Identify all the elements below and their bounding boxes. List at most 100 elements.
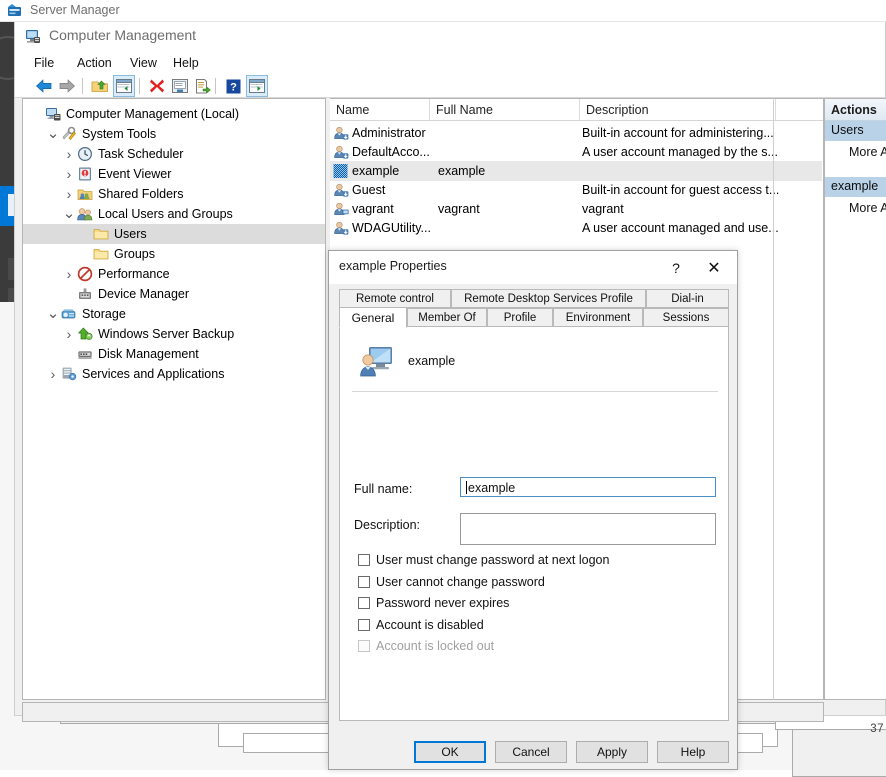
actions-pane-title: Actions (825, 99, 886, 121)
column-header-description[interactable]: Description (580, 99, 776, 120)
delete-icon[interactable] (146, 75, 168, 97)
apply-button[interactable]: Apply (576, 741, 648, 763)
cell-name: Administrator (352, 126, 426, 140)
tree-item-performance[interactable]: › Performance (23, 264, 325, 284)
checkbox-box[interactable] (358, 575, 370, 588)
ok-button[interactable]: OK (414, 741, 486, 763)
forward-icon[interactable] (56, 75, 78, 97)
show-action-pane-icon[interactable] (246, 75, 268, 97)
column-header-name[interactable]: Name (330, 99, 430, 120)
tab-dial-in[interactable]: Dial-in (646, 289, 729, 308)
help-button[interactable]: Help (657, 741, 729, 763)
storage-icon (61, 306, 79, 322)
export-list-icon[interactable] (192, 75, 214, 97)
tree-item-services-and-applications[interactable]: › Services and Applications (23, 364, 325, 384)
cell-name: Guest (352, 183, 386, 197)
device-manager-icon (77, 286, 95, 302)
tree-item-disk-management[interactable]: Disk Management (23, 344, 325, 364)
properties-icon[interactable] (169, 75, 191, 97)
table-row[interactable]: Guest Built-in account for guest access t… (330, 180, 822, 200)
menu-view[interactable]: View (123, 54, 164, 72)
help-question-icon[interactable]: ? (663, 256, 689, 280)
chevron-right-icon[interactable]: › (61, 186, 77, 202)
menu-help[interactable]: Help (166, 54, 206, 72)
chevron-down-icon[interactable]: ⌄ (61, 206, 77, 221)
event-viewer-icon (77, 166, 95, 182)
checkbox-user-must-change-password[interactable]: User must change password at next logon (358, 551, 609, 569)
close-icon[interactable]: ✕ (699, 256, 729, 280)
tab-sessions[interactable]: Sessions (643, 308, 729, 327)
chevron-right-icon[interactable]: › (61, 326, 77, 342)
chevron-right-icon[interactable]: › (45, 366, 61, 382)
column-header-full-name[interactable]: Full Name (430, 99, 580, 120)
tab-remote-desktop-services-profile[interactable]: Remote Desktop Services Profile (451, 289, 646, 308)
checkbox-account-is-locked-out: Account is locked out (358, 637, 494, 655)
cell-description: Built-in account for administering... (582, 126, 774, 140)
text-caret (466, 481, 467, 494)
table-row[interactable]: Administrator Built-in account for admini… (330, 123, 822, 143)
chevron-right-icon[interactable]: › (61, 266, 77, 282)
tree-item-event-viewer[interactable]: › Event Viewer (23, 164, 325, 184)
performance-icon (77, 266, 95, 282)
user-large-icon (358, 345, 394, 379)
tree-item-storage[interactable]: ⌄ Storage (23, 304, 325, 324)
server-manager-titlebar: Server Manager (0, 0, 886, 22)
menu-action[interactable]: Action (70, 54, 119, 72)
tree-item-label: Users (114, 227, 153, 241)
tree-item-system-tools[interactable]: ⌄ System Tools (23, 124, 325, 144)
tab-general[interactable]: General (339, 307, 407, 328)
tree-item-label: Device Manager (98, 287, 190, 301)
back-icon[interactable] (33, 75, 55, 97)
folder-icon (93, 246, 111, 262)
tree-item-label: System Tools (82, 127, 157, 141)
cancel-button[interactable]: Cancel (495, 741, 567, 763)
computer-management-titlebar: Computer Management (15, 22, 885, 52)
tab-remote-control[interactable]: Remote control (339, 289, 451, 308)
tab-member-of[interactable]: Member Of (407, 308, 487, 327)
services-icon (61, 366, 79, 382)
actions-more-actions-example[interactable]: More A (825, 199, 886, 219)
tree-item-computer-management-local[interactable]: Computer Management (Local) (23, 104, 325, 124)
up-folder-icon[interactable] (89, 75, 111, 97)
table-row[interactable]: vagrant vagrant vagrant (330, 199, 822, 219)
checkbox-box[interactable] (358, 618, 370, 631)
computer-management-icon (24, 28, 42, 46)
help-icon[interactable]: ? (222, 75, 244, 97)
table-row[interactable]: example example (330, 161, 822, 181)
tree-item-label: Windows Server Backup (98, 327, 235, 341)
chevron-right-icon[interactable]: › (61, 166, 77, 182)
tab-profile[interactable]: Profile (487, 308, 553, 327)
console-tree-pane[interactable]: Computer Management (Local) ⌄ System Tools… (22, 98, 326, 700)
tree-item-shared-folders[interactable]: › Shared Folders (23, 184, 325, 204)
checkbox-user-cannot-change-password[interactable]: User cannot change password (358, 573, 545, 591)
chevron-down-icon[interactable]: ⌄ (45, 306, 61, 321)
full-name-field[interactable]: example (460, 477, 716, 497)
pane-splitter[interactable] (773, 98, 774, 700)
menu-file[interactable]: File (27, 54, 61, 72)
chevron-down-icon[interactable]: ⌄ (45, 126, 61, 141)
tree-item-local-users-and-groups[interactable]: ⌄ Local Users and Groups (23, 204, 325, 224)
checkbox-password-never-expires[interactable]: Password never expires (358, 594, 509, 612)
tree-item-task-scheduler[interactable]: › Task Scheduler (23, 144, 325, 164)
tab-environment[interactable]: Environment (553, 308, 643, 327)
cell-name: example (352, 164, 400, 178)
checkbox-box[interactable] (358, 554, 370, 566)
checkbox-label: User must change password at next logon (376, 553, 610, 567)
tree-item-users[interactable]: Users (23, 224, 325, 244)
actions-group-users: Users (825, 121, 886, 141)
table-row[interactable]: WDAGUtility... A user account managed and… (330, 218, 822, 238)
cell-name: DefaultAcco... (352, 145, 430, 159)
chevron-right-icon[interactable]: › (61, 146, 77, 162)
table-row[interactable]: DefaultAcco... A user account managed by … (330, 142, 822, 162)
cell-description: vagrant (582, 202, 624, 216)
tree-item-label: Disk Management (98, 347, 199, 361)
show-hide-tree-icon[interactable] (113, 75, 135, 97)
actions-pane: Actions Users More A example More A (824, 98, 886, 700)
tree-item-device-manager[interactable]: Device Manager (23, 284, 325, 304)
checkbox-box[interactable] (358, 597, 370, 609)
actions-more-actions-users[interactable]: More A (825, 143, 886, 163)
description-field[interactable] (460, 513, 716, 545)
checkbox-account-is-disabled[interactable]: Account is disabled (358, 616, 484, 634)
tree-item-windows-server-backup[interactable]: › Windows Server Backup (23, 324, 325, 344)
tree-item-groups[interactable]: Groups (23, 244, 325, 264)
